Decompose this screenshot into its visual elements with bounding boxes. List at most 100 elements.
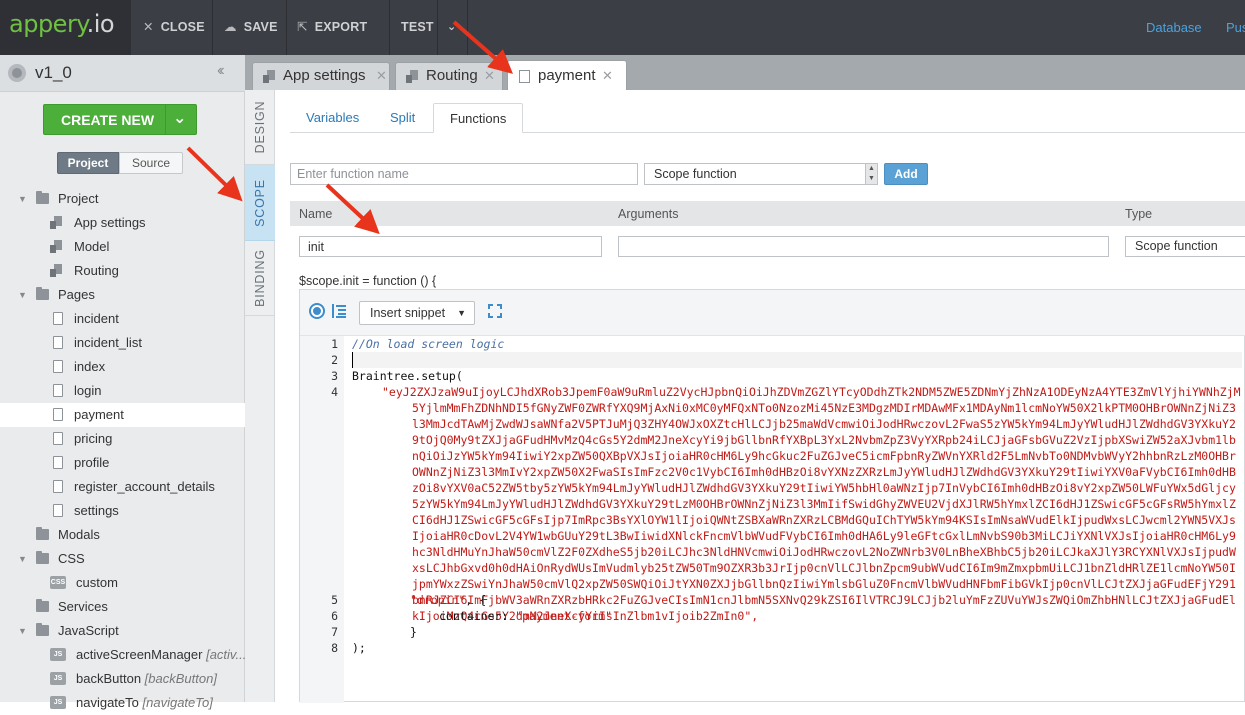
page-icon <box>53 408 63 421</box>
tree-item-register-account-details[interactable]: register_account_details <box>0 475 245 499</box>
tree-item-settings[interactable]: settings <box>0 499 245 523</box>
code-string: "payment-form" <box>515 609 613 623</box>
close-tab-icon[interactable]: ✕ <box>484 63 495 89</box>
line-number: 3 <box>331 369 338 383</box>
expand-arrow-icon[interactable]: ▼ <box>18 547 27 571</box>
save-button[interactable]: ☁ SAVE <box>224 0 278 55</box>
page-icon <box>53 456 63 469</box>
create-new-button[interactable]: CREATE NEW ⌄ <box>43 104 197 135</box>
source-view-tab[interactable]: Source <box>119 152 183 174</box>
expand-arrow-icon[interactable]: ▼ <box>18 283 27 307</box>
tree-item-profile[interactable]: profile <box>0 451 245 475</box>
select-arrows-icon: ▲ ▼ <box>865 164 877 184</box>
tab-routing[interactable]: Routing ✕ <box>395 62 503 90</box>
function-signature: $scope.init = function () { <box>299 274 437 288</box>
expand-arrow-icon[interactable]: ▼ <box>18 187 27 211</box>
css-file-icon: CSS <box>50 576 66 589</box>
close-tab-icon[interactable]: ✕ <box>376 63 387 89</box>
project-version-title: v1_0 <box>35 63 72 82</box>
tree-item-pages[interactable]: ▼ Pages <box>0 283 245 307</box>
editor-tab-bar: App settings ✕ Routing ✕ payment ✕ <box>245 55 1245 90</box>
tree-item-modals[interactable]: Modals <box>0 523 245 547</box>
tree-item-navigateto[interactable]: JS navigateTo [navigateTo] <box>0 691 245 715</box>
tree-item-routing[interactable]: Routing <box>0 259 245 283</box>
tree-item-payment[interactable]: payment <box>0 403 245 427</box>
chevron-down-icon[interactable]: ⌄ <box>173 108 186 128</box>
tree-item-custom[interactable]: CSS custom <box>0 571 245 595</box>
tree-item-label: pricing <box>74 431 113 446</box>
tab-design[interactable]: DESIGN <box>245 90 275 165</box>
functions-table-header: Name Arguments Type <box>290 201 1245 226</box>
test-button[interactable]: TEST <box>401 0 434 55</box>
line-number-gutter: 1 2 3 4 5 6 7 8 <box>300 336 344 703</box>
button-divider <box>165 105 166 134</box>
code-content[interactable]: //On load screen logic Braintree.setup( … <box>352 336 1242 703</box>
appery-logo[interactable]: appery.io <box>0 0 131 55</box>
top-toolbar: appery.io ✕ CLOSE ☁ SAVE ⇱ EXPORT TEST ⌄ Da… <box>0 0 1245 55</box>
tree-item-css[interactable]: ▼ CSS <box>0 547 245 571</box>
project-view-tab[interactable]: Project <box>57 152 119 174</box>
config-file-icon <box>406 70 418 83</box>
page-icon <box>53 312 63 325</box>
tab-functions[interactable]: Functions <box>433 103 524 133</box>
tree-item-app-settings[interactable]: App settings <box>0 211 245 235</box>
tree-item-label: activeScreenManager [activ... <box>76 647 247 662</box>
tree-item-login[interactable]: login <box>0 379 245 403</box>
tree-item-label: Modals <box>58 527 100 542</box>
code-editor[interactable]: Insert snippet ▼ 1 2 3 4 5 6 7 8 //On lo… <box>299 289 1245 703</box>
tab-binding[interactable]: BINDING <box>245 241 275 316</box>
tree-item-services[interactable]: Services <box>0 595 245 619</box>
collapse-panel-icon[interactable]: ‹‹ <box>217 62 224 80</box>
test-dropdown-chevron-icon[interactable]: ⌄ <box>447 0 456 55</box>
settings-gear-icon[interactable] <box>8 64 26 82</box>
tab-split[interactable]: Split <box>374 103 431 133</box>
close-tab-icon[interactable]: ✕ <box>602 61 613 91</box>
export-button[interactable]: ⇱ EXPORT <box>297 0 367 55</box>
tab-scope[interactable]: SCOPE <box>245 165 275 241</box>
code-line: Braintree.setup( <box>352 369 463 383</box>
tab-variables[interactable]: Variables <box>290 103 375 133</box>
function-name-field[interactable] <box>299 236 602 257</box>
tab-payment[interactable]: payment ✕ <box>507 60 627 90</box>
tree-item-javascript[interactable]: ▼ JavaScript <box>0 619 245 643</box>
tree-item-activescreenmanager[interactable]: JS activeScreenManager [activ... <box>0 643 247 667</box>
tab-app-settings[interactable]: App settings ✕ <box>252 62 390 90</box>
add-function-button[interactable]: Add <box>884 163 928 185</box>
tree-item-label: Model <box>74 239 110 254</box>
expand-arrow-icon[interactable]: ▼ <box>18 619 27 643</box>
function-type-field[interactable]: Scope function <box>1125 236 1245 257</box>
tree-item-index[interactable]: index <box>0 355 245 379</box>
header-type: Type <box>1125 207 1153 221</box>
insert-snippet-dropdown[interactable]: Insert snippet ▼ <box>359 301 475 325</box>
caret-down-icon: ▼ <box>457 308 466 318</box>
page-icon <box>53 336 63 349</box>
push-link[interactable]: Pus <box>1226 0 1245 55</box>
tree-item-incident[interactable]: incident <box>0 307 245 331</box>
tree-item-incident-list[interactable]: incident_list <box>0 331 245 355</box>
function-type-select[interactable]: Scope function ▲ ▼ <box>644 163 878 185</box>
function-name-input[interactable] <box>290 163 638 185</box>
tree-item-model[interactable]: Model <box>0 235 245 259</box>
folder-icon <box>36 599 49 612</box>
project-panel: v1_0 ‹‹ CREATE NEW ⌄ Project Source ▼ Pro… <box>0 55 247 710</box>
indent-format-icon[interactable] <box>332 304 346 318</box>
tree-item-pricing[interactable]: pricing <box>0 427 245 451</box>
tree-item-label: App settings <box>74 215 146 230</box>
folder-icon <box>36 551 49 564</box>
toolbar-divider <box>467 0 468 55</box>
database-link[interactable]: Database <box>1146 0 1202 55</box>
tree-item-project[interactable]: ▼ Project <box>0 187 245 211</box>
line-number: 6 <box>331 609 338 623</box>
function-arguments-field[interactable] <box>618 236 1109 257</box>
fullscreen-expand-icon[interactable] <box>488 304 502 318</box>
page-icon <box>53 480 63 493</box>
tree-item-label: index <box>74 359 106 374</box>
logo-suffix: .io <box>86 10 115 38</box>
editor-settings-gear-icon[interactable] <box>311 305 323 317</box>
tree-item-backbutton[interactable]: JS backButton [backButton] <box>0 667 245 691</box>
tree-item-label: Project <box>58 191 99 206</box>
close-button[interactable]: ✕ CLOSE <box>143 0 205 55</box>
page-file-icon <box>519 70 530 83</box>
tree-item-label: custom <box>76 575 118 590</box>
folder-icon <box>36 527 49 540</box>
